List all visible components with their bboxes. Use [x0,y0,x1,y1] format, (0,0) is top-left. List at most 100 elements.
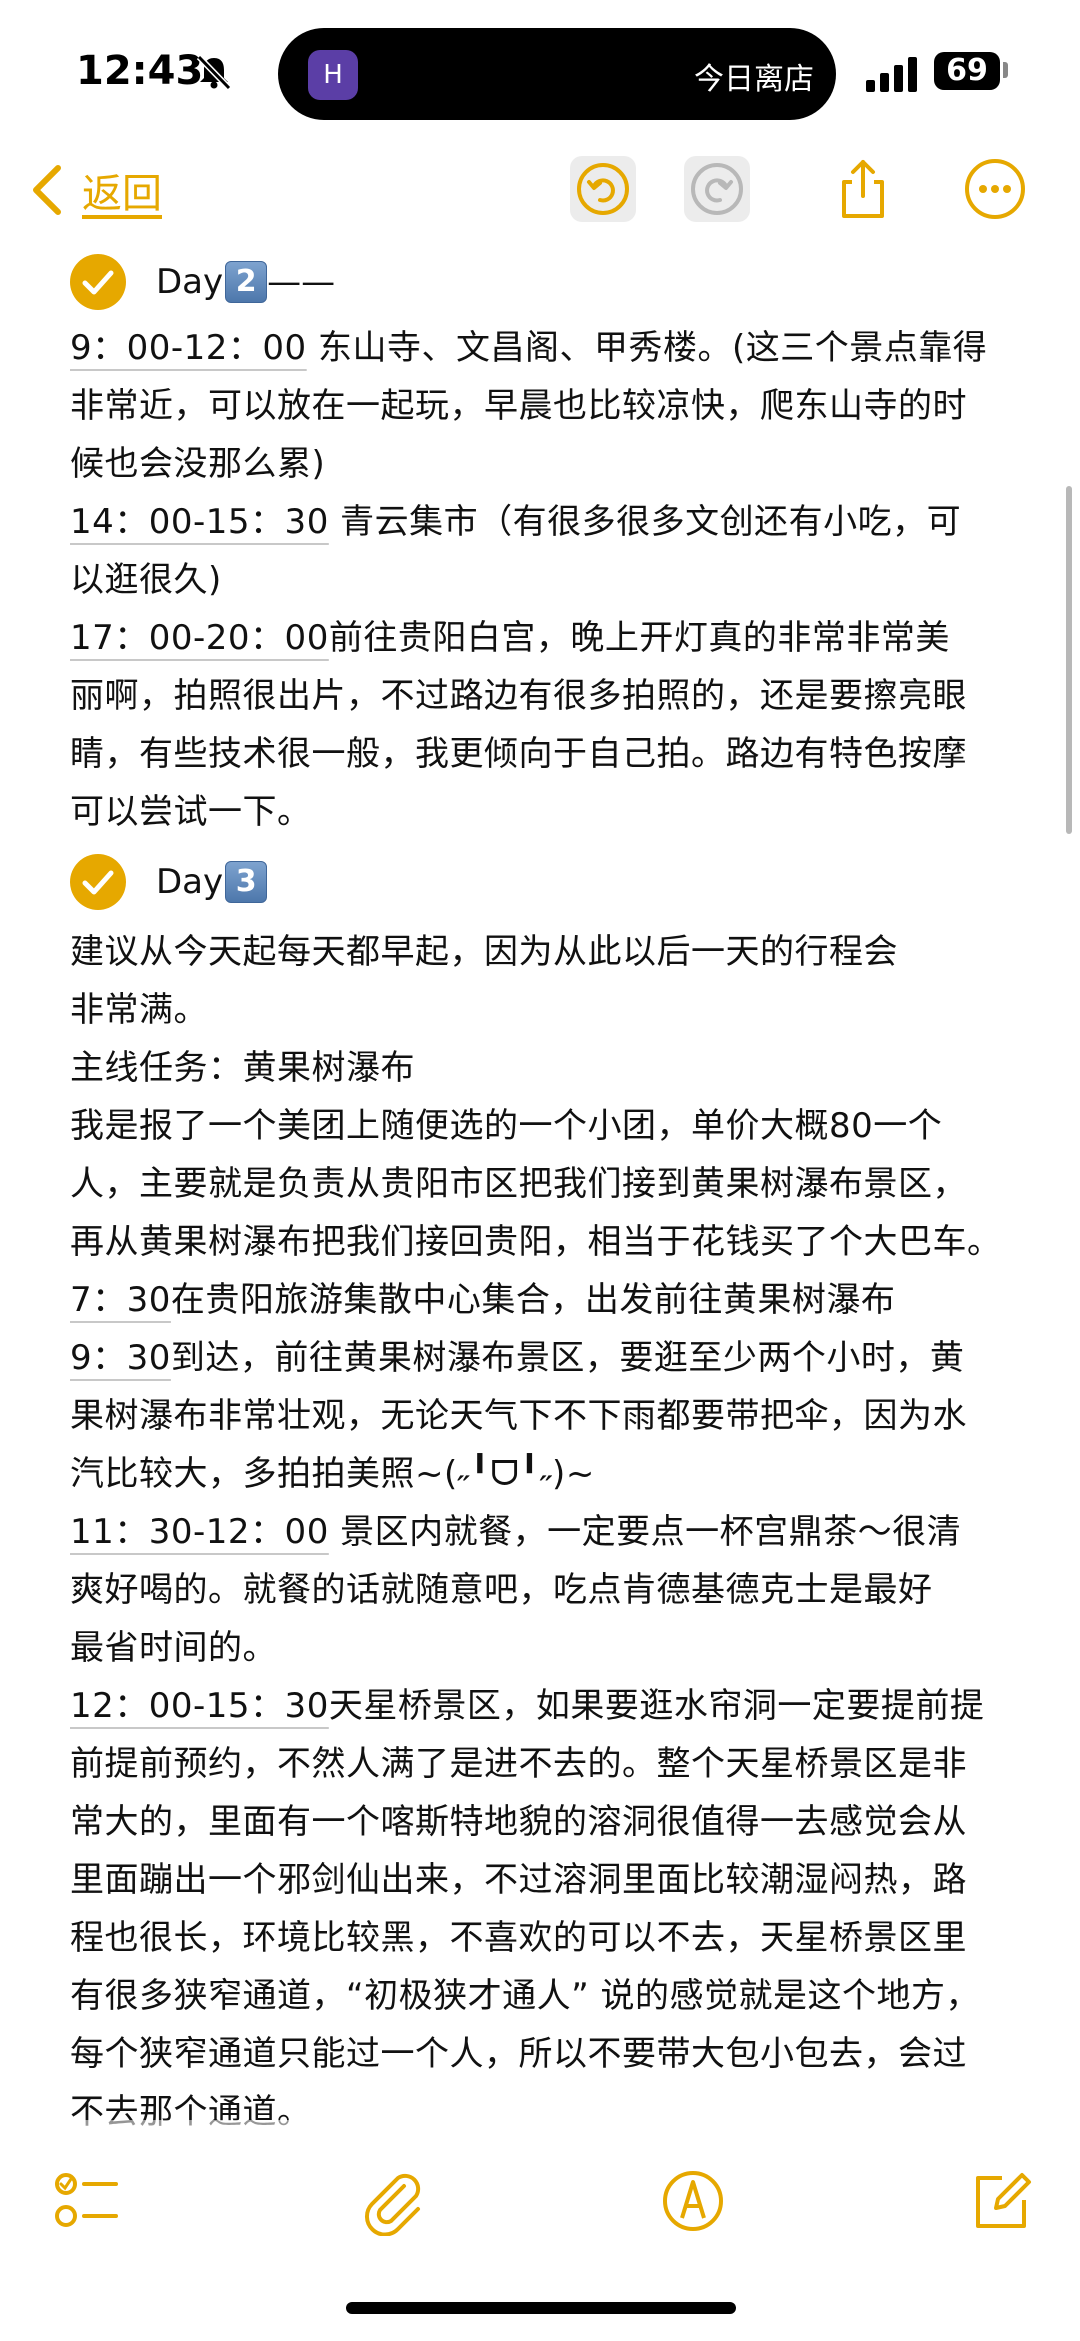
text-line: 程也很长，环境比较黑，不喜欢的可以不去，天星桥景区里 [70,1916,967,1960]
keycap-number: 2 [225,261,268,303]
keycap-number: 3 [225,861,268,903]
line-text: 爽好喝的。就餐的话就随意吧，吃点肯德基德克士是最好 [70,1570,933,1610]
line-text: 在贵阳旅游集散中心集合，出发前往黄果树瀑布 [170,1280,896,1320]
redo-button[interactable] [684,156,750,222]
text-line: 9：00-12：00 东山寺、文昌阁、甲秀楼。(这三个景点靠得 [70,326,987,370]
undo-button[interactable] [570,156,636,222]
line-text: 再从黄果树瀑布把我们接回贵阳，相当于花钱买了个大巴车。 [70,1222,1002,1262]
line-text: 景区内就餐，一定要点一杯宫鼎茶～很清 [328,1512,962,1552]
line-text: 非常满。 [70,990,208,1030]
line-text: 到达，前往黄果树瀑布景区，要逛至少两个小时，黄 [170,1338,965,1378]
line-text: 程也很长，环境比较黑，不喜欢的可以不去，天星桥景区里 [70,1918,967,1958]
time-range: 9：00-12：00 [70,328,307,368]
compose-button[interactable] [966,2166,1036,2236]
line-text: 天星桥景区，如果要逛水帘洞一定要提前提 [328,1686,985,1726]
line-text: 前提前预约，不然人满了是进不去的。整个天星桥景区是非 [70,1744,967,1784]
line-text: 非常近，可以放在一起玩，早晨也比较凉快，爬东山寺的时 [70,386,967,426]
paperclip-icon [364,2173,421,2237]
line-text: 常大的，里面有一个喀斯特地貌的溶洞很值得一去感觉会从 [70,1802,967,1842]
text-line: 最省时间的。 [70,1626,277,1670]
text-line: 9：30到达，前往黄果树瀑布景区，要逛至少两个小时，黄 [70,1336,964,1380]
line-text: 丽啊，拍照很出片，不过路边有很多拍照的，还是要擦亮眼 [70,676,967,716]
line-text: 里面蹦出一个邪剑仙出来，不过溶洞里面比较潮湿闷热，路 [70,1860,967,1900]
line-text: 睛，有些技术很一般，我更倾向于自己拍。路边有特色按摩 [70,734,967,774]
text-line: 人，主要就是负责从贵阳市区把我们接到黄果树瀑布景区， [70,1162,967,1206]
home-indicator[interactable] [346,2302,736,2314]
back-label: 返回 [82,171,162,217]
line-text: 候也会没那么累) [70,444,326,484]
line-text: 最省时间的。 [70,1628,277,1668]
checklist-button[interactable] [52,2166,122,2236]
island-status-text: 今日离店 [694,62,814,97]
more-button[interactable] [962,156,1028,222]
line-text: 主线任务：黄果树瀑布 [70,1048,415,1088]
time-range: 11：30-12：00 [70,1512,329,1552]
line-text: 汽比较大，多拍拍美照~(˶╹ᗜ╹˶)~ [70,1454,595,1494]
text-line: 11：30-12：00 景区内就餐，一定要点一杯宫鼎茶～很清 [70,1510,961,1554]
more-options-icon [965,159,1025,219]
text-line: 爽好喝的。就餐的话就随意吧，吃点肯德基德克士是最好 [70,1568,933,1612]
chevron-left-icon [33,165,61,215]
silent-bell-icon [196,54,232,90]
text-line: 非常满。 [70,988,208,1032]
day-title: Day [156,862,224,902]
text-line: 候也会没那么累) [70,442,325,486]
text-line: 7：30在贵阳旅游集散中心集合，出发前往黄果树瀑布 [70,1278,895,1322]
checklist-icon [55,2173,118,2227]
app-icon: H [308,50,358,100]
text-line: 12：00-15：30天星桥景区，如果要逛水帘洞一定要提前提 [70,1684,984,1728]
text-line: 17：00-20：00前往贵阳白宫，晚上开灯真的非常非常美 [70,616,950,660]
line-text: 有很多狭窄通道，“初极狭才通人” 说的感觉就是这个地方， [70,1976,981,2016]
text-line: 有很多狭窄通道，“初极狭才通人” 说的感觉就是这个地方， [70,1974,980,2018]
time-range: 12：00-15：30 [70,1686,329,1726]
day-suffix: —— [267,262,336,302]
redo-icon [691,163,743,215]
line-text: 建议从今天起每天都早起，因为从此以后一天的行程会 [70,932,898,972]
day2-heading: Day 2 —— [70,252,335,312]
markup-pen-icon [663,2171,723,2231]
text-line: 睛，有些技术很一般，我更倾向于自己拍。路边有特色按摩 [70,732,967,776]
text-line: 汽比较大，多拍拍美照~(˶╹ᗜ╹˶)~ [70,1452,595,1496]
battery-indicator: 69 [934,52,1000,90]
text-line: 前提前预约，不然人满了是进不去的。整个天星桥景区是非 [70,1742,967,1786]
text-line: 丽啊，拍照很出片，不过路边有很多拍照的，还是要擦亮眼 [70,674,967,718]
text-line: 建议从今天起每天都早起，因为从此以后一天的行程会 [70,930,898,974]
dynamic-island[interactable]: H 今日离店 [278,28,836,120]
text-line: 可以尝试一下。 [70,790,312,834]
text-line: 非常近，可以放在一起玩，早晨也比较凉快，爬东山寺的时 [70,384,967,428]
line-text: 我是报了一个美团上随便选的一个小团，单价大概80一个 [70,1106,943,1146]
day3-heading: Day 3 [70,852,268,912]
status-time: 12:43 [76,48,204,94]
time-range: 9：30 [70,1338,171,1378]
text-line: 里面蹦出一个邪剑仙出来，不过溶洞里面比较潮湿闷热，路 [70,1858,967,1902]
battery-tip [1003,62,1008,78]
share-button[interactable] [830,156,896,222]
line-text: 青云集市（有很多很多文创还有小吃，可 [328,502,962,542]
time-range: 7：30 [70,1280,171,1320]
checkbox-checked-icon[interactable] [70,254,126,310]
text-line: 14：00-15：30 青云集市（有很多很多文创还有小吃，可 [70,500,961,544]
share-icon [842,160,884,218]
line-text: 可以尝试一下。 [70,792,312,832]
cellular-signal-icon [866,57,917,92]
text-line: 以逛很久) [70,558,222,602]
line-text: 果树瀑布非常壮观，无论天气下不下雨都要带把伞，因为水 [70,1396,967,1436]
text-line: 每个狭窄通道只能过一个人，所以不要带大包小包去，会过 [70,2032,967,2076]
undo-icon [577,163,629,215]
text-line: 果树瀑布非常壮观，无论天气下不下雨都要带把伞，因为水 [70,1394,967,1438]
line-text: 以逛很久) [70,560,222,600]
time-range: 14：00-15：30 [70,502,329,542]
markup-button[interactable] [658,2166,728,2236]
line-text: 东山寺、文昌阁、甲秀楼。(这三个景点靠得 [306,328,988,368]
back-button[interactable]: 返回 [28,160,162,220]
checkbox-checked-icon[interactable] [70,854,126,910]
time-range: 17：00-20：00 [70,618,329,658]
compose-icon [976,2173,1031,2228]
line-text: 每个狭窄通道只能过一个人，所以不要带大包小包去，会过 [70,2034,967,2074]
line-text: 前往贵阳白宫，晚上开灯真的非常非常美 [328,618,950,658]
text-line: 再从黄果树瀑布把我们接回贵阳，相当于花钱买了个大巴车。 [70,1220,1002,1264]
attach-button[interactable] [358,2166,428,2237]
line-text: 人，主要就是负责从贵阳市区把我们接到黄果树瀑布景区， [70,1164,967,1204]
scrollbar[interactable] [1066,486,1072,834]
text-line: 主线任务：黄果树瀑布 [70,1046,415,1090]
